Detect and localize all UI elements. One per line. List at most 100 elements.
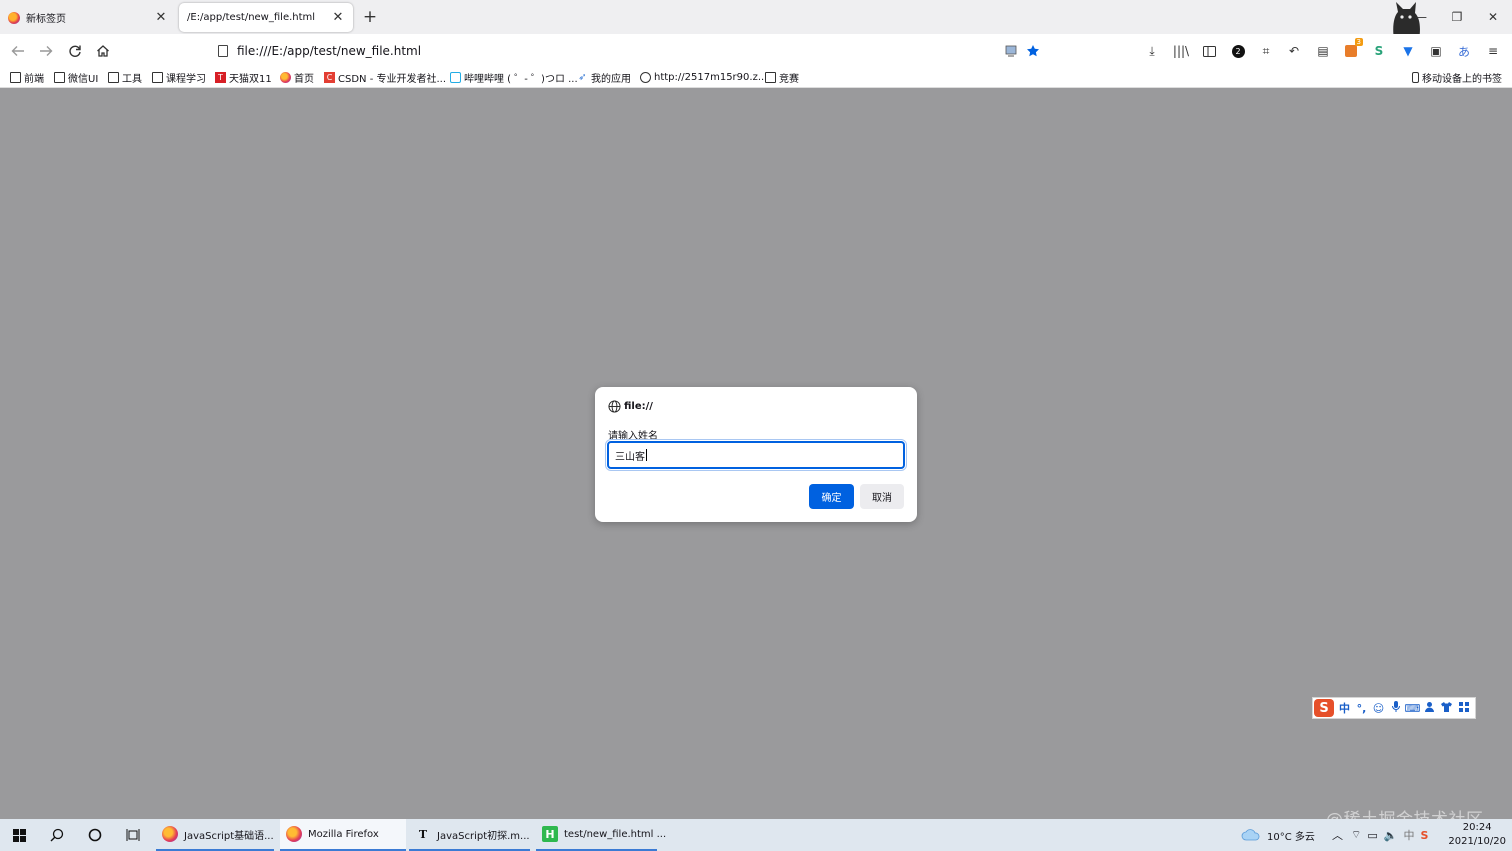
user-icon[interactable]	[1421, 701, 1438, 715]
downloads-icon[interactable]: ⤓	[1143, 42, 1161, 60]
new-tab-button[interactable]: +	[361, 8, 379, 26]
reload-button[interactable]	[64, 40, 86, 62]
battery-icon[interactable]: ▭	[1367, 829, 1377, 842]
crop-icon[interactable]: ⌗	[1257, 42, 1275, 60]
task-view-icon	[126, 829, 140, 841]
bilibili-icon	[450, 71, 461, 83]
globe-icon	[640, 71, 651, 83]
name-input-value: 三山客	[615, 451, 645, 463]
undo-icon[interactable]: ↶	[1285, 42, 1303, 60]
arrow-right-icon	[40, 46, 53, 56]
tab-new-file[interactable]: /E:/app/test/new_file.html ✕	[179, 3, 353, 32]
menu-icon[interactable]: ≡	[1484, 42, 1502, 60]
tab-strip: 新标签页 ✕ /E:/app/test/new_file.html ✕ + — …	[0, 0, 1512, 40]
bookmark-item[interactable]: 前端	[10, 70, 44, 85]
emoji-icon[interactable]: ☺	[1370, 702, 1387, 715]
bookmark-item[interactable]: 微信UI	[54, 70, 98, 85]
clock-date: 2021/10/20	[1448, 836, 1506, 847]
bookmark-item[interactable]: http://2517m15r90.z...	[640, 70, 767, 84]
dialog-origin: file://	[624, 401, 653, 412]
phone-icon	[1412, 72, 1419, 83]
volume-icon[interactable]: 🔈	[1384, 829, 1398, 842]
tab-new-tab[interactable]: 新标签页 ✕	[0, 3, 176, 32]
search-button[interactable]	[38, 819, 76, 851]
back-button[interactable]	[7, 40, 29, 62]
toolbox-icon[interactable]	[1455, 701, 1472, 715]
address-bar[interactable]: file:///E:/app/test/new_file.html	[210, 38, 1046, 63]
translate-icon[interactable]: あ	[1455, 42, 1473, 60]
taskbar-item[interactable]: T JavaScript初探.m...	[409, 819, 530, 851]
skin-icon[interactable]	[1438, 701, 1455, 715]
clock[interactable]: 20:24 2021/10/20	[1448, 821, 1506, 849]
bookmark-item[interactable]: 哔哩哔哩 ( ゜- ゜)つロ ...	[450, 70, 578, 85]
firefox-icon	[8, 11, 20, 24]
minimize-button[interactable]: —	[1411, 8, 1431, 26]
punctuation-toggle[interactable]: °,	[1353, 702, 1370, 715]
close-tab-icon[interactable]: ✕	[154, 10, 168, 25]
search-icon	[50, 828, 64, 842]
ime-mode-toggle[interactable]: 中	[1336, 700, 1353, 716]
cancel-button[interactable]: 取消	[860, 484, 904, 509]
reader-view-icon[interactable]	[1004, 44, 1018, 58]
taskbar: JavaScript基础语... Mozilla Firefox T JavaS…	[0, 819, 1512, 851]
forward-button[interactable]	[35, 40, 57, 62]
folder-icon	[152, 71, 163, 83]
close-window-button[interactable]: ✕	[1483, 8, 1503, 26]
ok-button[interactable]: 确定	[809, 484, 854, 509]
globe-icon	[608, 400, 621, 413]
bookmark-item[interactable]: ➶ 我的应用	[577, 70, 631, 85]
firefox-icon	[286, 826, 302, 842]
restore-button[interactable]: ❐	[1447, 8, 1467, 26]
bookmark-item[interactable]: 竞赛	[765, 70, 799, 85]
wifi-icon[interactable]: ⌔	[1351, 828, 1361, 842]
bookmark-star-icon[interactable]	[1026, 44, 1040, 58]
url-text[interactable]: file:///E:/app/test/new_file.html	[237, 44, 1004, 58]
text-caret	[646, 449, 647, 461]
bookmark-item[interactable]: 工具	[108, 70, 142, 85]
page-icon	[218, 44, 228, 57]
sidebar-icon[interactable]	[1200, 42, 1218, 60]
bookmark-item[interactable]: T 天猫双11	[215, 70, 272, 85]
mobile-bookmarks[interactable]: 移动设备上的书签	[1412, 70, 1502, 85]
microphone-icon[interactable]	[1387, 701, 1404, 715]
weather-widget[interactable]: 10°C 多云	[1241, 819, 1315, 851]
firefox-icon	[162, 826, 178, 842]
s-extension-icon[interactable]: S	[1370, 42, 1388, 60]
bookmark-item[interactable]: C CSDN - 专业开发者社...	[324, 70, 446, 85]
screenshot-icon[interactable]: ▣	[1427, 42, 1445, 60]
clock-time: 20:24	[1462, 822, 1492, 833]
cortana-button[interactable]	[76, 819, 114, 851]
bookmarks-toolbar: 前端 微信UI 工具 课程学习 T 天猫双11 首页 C CSDN - 专业开发…	[0, 67, 1512, 88]
folder-icon	[10, 71, 21, 83]
typora-icon: T	[418, 827, 428, 841]
name-input[interactable]: 三山客	[605, 439, 907, 471]
taskbar-item[interactable]: H test/new_file.html ...	[536, 819, 666, 851]
vpn-icon[interactable]: ▼	[1399, 42, 1417, 60]
library-icon[interactable]: |||\	[1172, 42, 1190, 60]
sogou-tray-icon[interactable]: S	[1420, 829, 1428, 842]
save-icon[interactable]: ▤	[1314, 42, 1332, 60]
windows-icon	[12, 828, 26, 842]
bookmark-item[interactable]: 首页	[280, 70, 314, 85]
notification-icon[interactable]: 3	[1342, 38, 1363, 60]
navigation-toolbar: file:///E:/app/test/new_file.html ⤓ |||\…	[0, 34, 1512, 67]
chevron-up-icon[interactable]: ︿	[1332, 827, 1343, 843]
tab-label: /E:/app/test/new_file.html	[187, 12, 316, 23]
taskbar-item[interactable]: JavaScript基础语...	[156, 819, 274, 851]
task-view-button[interactable]	[114, 819, 152, 851]
taskbar-item[interactable]: Mozilla Firefox	[280, 819, 406, 851]
start-button[interactable]	[0, 819, 38, 851]
sogou-logo-icon[interactable]: S	[1314, 699, 1334, 717]
extension-badge-icon[interactable]: 2	[1229, 42, 1247, 60]
keyboard-icon[interactable]: ⌨	[1404, 702, 1421, 715]
csdn-icon: C	[324, 71, 335, 83]
folder-icon	[108, 71, 119, 83]
home-button[interactable]	[92, 40, 114, 62]
folder-icon	[765, 71, 776, 83]
bookmark-item[interactable]: 课程学习	[152, 70, 206, 85]
cloud-icon	[1241, 829, 1260, 841]
cortana-icon	[88, 828, 102, 842]
ime-tray-icon[interactable]: 中	[1403, 827, 1414, 843]
close-tab-icon[interactable]: ✕	[331, 10, 345, 25]
rocket-icon: ➶	[578, 71, 587, 83]
